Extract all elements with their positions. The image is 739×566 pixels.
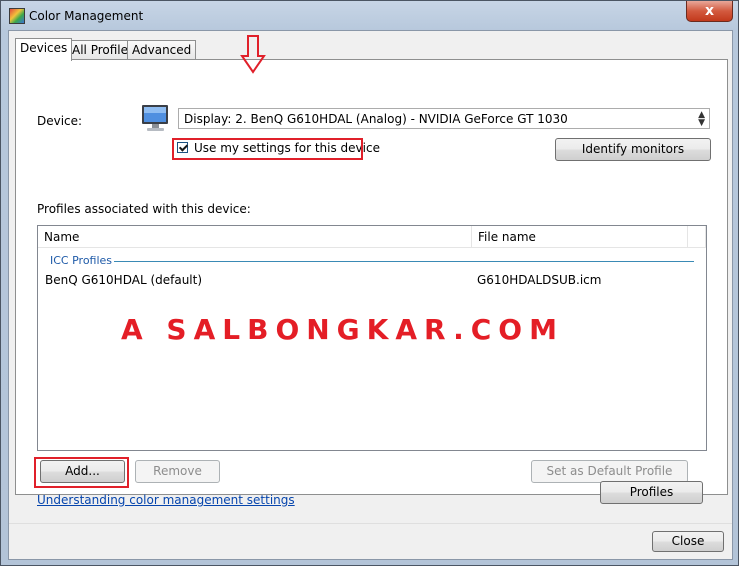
close-button[interactable]: Close bbox=[652, 531, 724, 552]
devices-tab-panel: Device: Display: 2. BenQ G610HDAL (Analo… bbox=[15, 35, 728, 495]
group-divider bbox=[114, 261, 694, 262]
color-management-app-icon bbox=[9, 8, 25, 24]
device-select[interactable]: Display: 2. BenQ G610HDAL (Analog) - NVI… bbox=[178, 108, 710, 129]
footer-separator bbox=[9, 523, 732, 524]
highlight-box-add bbox=[34, 457, 129, 488]
tab-advanced[interactable]: Advanced bbox=[127, 40, 197, 60]
profile-row-name[interactable]: BenQ G610HDAL (default) bbox=[45, 273, 202, 287]
dialog-client-area: Devices All Profiles Advanced Device: Di… bbox=[8, 30, 733, 560]
identify-monitors-button[interactable]: Identify monitors bbox=[555, 138, 711, 161]
list-group-icc-profiles: ICC Profiles bbox=[50, 254, 113, 267]
understanding-color-management-link[interactable]: Understanding color management settings bbox=[37, 493, 295, 507]
column-header-file-name[interactable]: File name bbox=[472, 226, 688, 248]
column-header-name[interactable]: Name bbox=[38, 226, 472, 248]
profiles-section-label: Profiles associated with this device: bbox=[37, 202, 251, 216]
remove-button[interactable]: Remove bbox=[135, 460, 220, 483]
watermark-text: A SALBONGKAR.COM bbox=[121, 313, 564, 346]
title-bar[interactable]: Color Management x bbox=[1, 1, 738, 29]
device-select-value: Display: 2. BenQ G610HDAL (Analog) - NVI… bbox=[184, 112, 568, 126]
column-header-spacer bbox=[688, 226, 706, 248]
monitor-icon bbox=[142, 105, 168, 131]
select-arrows-icon: ▲ ▼ bbox=[698, 110, 705, 128]
color-management-window: Color Management x Devices All Profiles … bbox=[0, 0, 739, 566]
tab-devices[interactable]: Devices bbox=[15, 38, 73, 61]
highlight-box-checkbox bbox=[172, 138, 363, 160]
set-default-profile-button[interactable]: Set as Default Profile bbox=[531, 460, 688, 483]
device-label: Device: bbox=[37, 114, 83, 128]
profiles-button[interactable]: Profiles bbox=[600, 481, 703, 504]
profile-row-file[interactable]: G610HDALDSUB.icm bbox=[477, 273, 601, 287]
window-close-button[interactable]: x bbox=[686, 1, 733, 22]
window-title: Color Management bbox=[29, 9, 144, 23]
red-arrow-down-icon bbox=[240, 35, 266, 74]
